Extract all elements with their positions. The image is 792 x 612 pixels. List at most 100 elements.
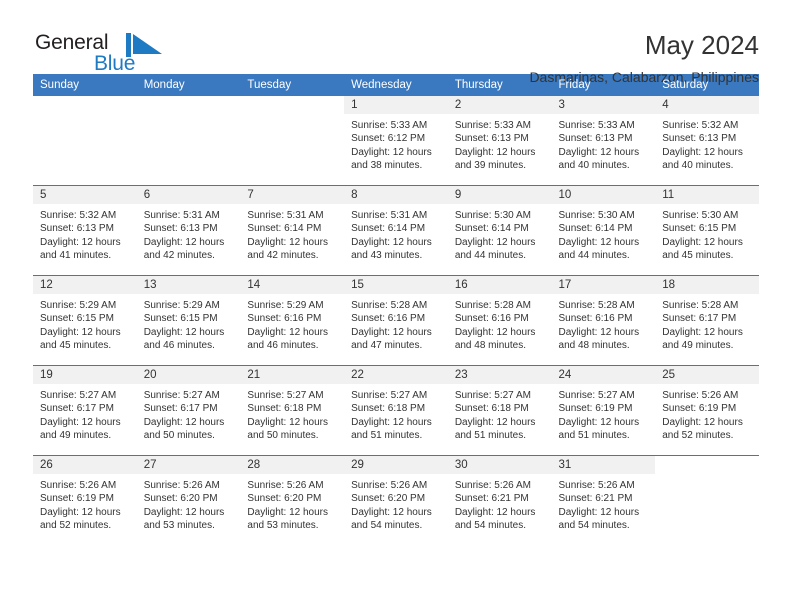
calendar-day-cell[interactable]: 8 Sunrise: 5:31 AM Sunset: 6:14 PM Daylight… (344, 185, 448, 276)
calendar-day-cell[interactable]: 23 Sunrise: 5:27 AM Sunset: 6:18 PM Dayligh… (447, 365, 552, 456)
day-sun-info: Sunrise: 5:30 AM Sunset: 6:14 PM Daylight:… (552, 204, 656, 263)
logo-text-blue: Blue (94, 52, 136, 75)
calendar-day-cell[interactable]: 4 Sunrise: 5:32 AM Sunset: 6:13 PM Daylight… (655, 96, 759, 186)
calendar-day-cell[interactable]: 16 Sunrise: 5:28 AM Sunset: 6:16 PM Dayligh… (447, 275, 552, 366)
sunrise-sunset-calendar: Sunday Monday Tuesday Wednesday Thursday… (33, 74, 759, 545)
calendar-day-cell[interactable]: 26 Sunrise: 5:26 AM Sunset: 6:19 PM Dayligh… (33, 455, 137, 545)
day-number: 9 (447, 186, 552, 204)
daylight-duration-line1: Daylight: 12 hours (558, 146, 640, 158)
daylight-duration-line1: Daylight: 12 hours (558, 416, 640, 428)
day-sun-info: Sunrise: 5:26 AM Sunset: 6:21 PM Daylight:… (552, 474, 656, 533)
calendar-day-cell[interactable]: 1 Sunrise: 5:33 AM Sunset: 6:12 PM Daylight… (344, 96, 448, 186)
sunset-time: Sunset: 6:12 PM (351, 133, 426, 145)
sunrise-time: Sunrise: 5:33 AM (351, 120, 428, 131)
sunrise-time: Sunrise: 5:26 AM (143, 480, 220, 491)
calendar-day-cell[interactable]: 29 Sunrise: 5:26 AM Sunset: 6:20 PM Dayligh… (344, 455, 448, 545)
day-number (240, 96, 344, 114)
daylight-duration-line2: and 46 minutes. (247, 340, 319, 352)
sunrise-time: Sunrise: 5:30 AM (558, 210, 635, 221)
day-number: 7 (240, 186, 345, 204)
day-sun-info: Sunrise: 5:29 AM Sunset: 6:16 PM Daylight:… (240, 294, 344, 353)
calendar-day-cell[interactable]: 19 Sunrise: 5:27 AM Sunset: 6:17 PM Dayligh… (33, 365, 137, 456)
daylight-duration-line2: and 45 minutes. (662, 250, 734, 262)
daylight-duration-line1: Daylight: 12 hours (558, 236, 640, 248)
calendar-body: 1 Sunrise: 5:33 AM Sunset: 6:12 PM Daylight… (33, 96, 759, 545)
day-sun-info: Sunrise: 5:31 AM Sunset: 6:14 PM Daylight:… (240, 204, 344, 263)
sunrise-time: Sunrise: 5:30 AM (662, 210, 739, 221)
calendar-day-cell[interactable]: 18 Sunrise: 5:28 AM Sunset: 6:17 PM Dayligh… (655, 275, 759, 366)
day-sun-info: Sunrise: 5:28 AM Sunset: 6:16 PM Daylight:… (448, 294, 552, 353)
calendar-day-cell[interactable]: 3 Sunrise: 5:33 AM Sunset: 6:13 PM Daylight… (551, 96, 656, 186)
calendar-day-cell[interactable]: 20 Sunrise: 5:27 AM Sunset: 6:17 PM Dayligh… (136, 365, 241, 456)
sunrise-time: Sunrise: 5:29 AM (247, 300, 324, 311)
calendar-day-cell[interactable]: 15 Sunrise: 5:28 AM Sunset: 6:16 PM Dayligh… (344, 275, 448, 366)
sunset-time: Sunset: 6:19 PM (662, 403, 737, 415)
daylight-duration-line1: Daylight: 12 hours (662, 146, 743, 158)
weekday-header-tuesday: Tuesday (240, 74, 345, 96)
calendar-day-cell[interactable]: 14 Sunrise: 5:29 AM Sunset: 6:16 PM Dayligh… (240, 275, 345, 366)
calendar-day-cell[interactable]: 12 Sunrise: 5:29 AM Sunset: 6:15 PM Dayligh… (33, 275, 137, 366)
calendar-day-cell[interactable]: 5 Sunrise: 5:32 AM Sunset: 6:13 PM Daylight… (33, 185, 137, 276)
sunset-time: Sunset: 6:15 PM (662, 223, 737, 235)
day-number: 17 (551, 276, 656, 294)
calendar-day-cell[interactable]: 7 Sunrise: 5:31 AM Sunset: 6:14 PM Daylight… (240, 185, 345, 276)
sunrise-time: Sunrise: 5:27 AM (143, 390, 220, 401)
day-number: 31 (551, 456, 656, 474)
day-sun-info: Sunrise: 5:28 AM Sunset: 6:17 PM Daylight:… (655, 294, 759, 353)
daylight-duration-line1: Daylight: 12 hours (454, 506, 536, 518)
daylight-duration-line2: and 47 minutes. (351, 340, 423, 352)
day-number: 2 (447, 96, 552, 114)
daylight-duration-line2: and 41 minutes. (40, 250, 112, 262)
sunrise-time: Sunrise: 5:26 AM (351, 480, 428, 491)
calendar-day-cell[interactable]: 24 Sunrise: 5:27 AM Sunset: 6:19 PM Dayligh… (551, 365, 656, 456)
generalblue-logo[interactable]: General Blue (33, 30, 163, 78)
day-sun-info: Sunrise: 5:31 AM Sunset: 6:13 PM Daylight:… (137, 204, 241, 263)
calendar-day-cell[interactable]: 13 Sunrise: 5:29 AM Sunset: 6:15 PM Dayligh… (136, 275, 241, 366)
daylight-duration-line2: and 53 minutes. (247, 520, 319, 532)
calendar-day-cell-empty (655, 455, 759, 545)
calendar-day-cell[interactable]: 28 Sunrise: 5:26 AM Sunset: 6:20 PM Dayligh… (240, 455, 345, 545)
daylight-duration-line1: Daylight: 12 hours (40, 236, 121, 248)
calendar-day-cell[interactable]: 17 Sunrise: 5:28 AM Sunset: 6:16 PM Dayligh… (551, 275, 656, 366)
daylight-duration-line1: Daylight: 12 hours (351, 146, 432, 158)
day-number (137, 96, 241, 114)
calendar-day-cell[interactable]: 25 Sunrise: 5:26 AM Sunset: 6:19 PM Dayligh… (655, 365, 759, 456)
daylight-duration-line1: Daylight: 12 hours (351, 236, 432, 248)
calendar-day-cell[interactable]: 27 Sunrise: 5:26 AM Sunset: 6:20 PM Dayligh… (136, 455, 241, 545)
calendar-day-cell[interactable]: 21 Sunrise: 5:27 AM Sunset: 6:18 PM Dayligh… (240, 365, 345, 456)
calendar-day-cell[interactable]: 6 Sunrise: 5:31 AM Sunset: 6:13 PM Daylight… (136, 185, 241, 276)
calendar-day-cell[interactable]: 22 Sunrise: 5:27 AM Sunset: 6:18 PM Dayligh… (344, 365, 448, 456)
daylight-duration-line2: and 49 minutes. (40, 430, 112, 442)
calendar-day-cell[interactable]: 30 Sunrise: 5:26 AM Sunset: 6:21 PM Dayligh… (447, 455, 552, 545)
sunset-time: Sunset: 6:13 PM (662, 133, 737, 145)
daylight-duration-line1: Daylight: 12 hours (40, 506, 121, 518)
calendar-day-cell[interactable]: 11 Sunrise: 5:30 AM Sunset: 6:15 PM Dayligh… (655, 185, 759, 276)
day-number: 12 (33, 276, 137, 294)
sunset-time: Sunset: 6:20 PM (143, 493, 218, 505)
day-number: 3 (551, 96, 656, 114)
calendar-day-cell[interactable]: 31 Sunrise: 5:26 AM Sunset: 6:21 PM Dayligh… (551, 455, 656, 545)
daylight-duration-line2: and 53 minutes. (143, 520, 215, 532)
daylight-duration-line1: Daylight: 12 hours (351, 326, 432, 338)
calendar-week-row: 19 Sunrise: 5:27 AM Sunset: 6:17 PM Dayligh… (33, 365, 759, 456)
calendar-day-cell[interactable]: 10 Sunrise: 5:30 AM Sunset: 6:14 PM Dayligh… (551, 185, 656, 276)
sunset-time: Sunset: 6:17 PM (40, 403, 114, 415)
sunrise-time: Sunrise: 5:26 AM (40, 480, 117, 491)
sunset-time: Sunset: 6:13 PM (454, 133, 529, 145)
sunset-time: Sunset: 6:19 PM (40, 493, 114, 505)
daylight-duration-line1: Daylight: 12 hours (40, 326, 121, 338)
daylight-duration-line2: and 52 minutes. (40, 520, 112, 532)
day-sun-info: Sunrise: 5:27 AM Sunset: 6:18 PM Daylight:… (344, 384, 448, 443)
daylight-duration-line1: Daylight: 12 hours (662, 416, 743, 428)
calendar-day-cell[interactable]: 2 Sunrise: 5:33 AM Sunset: 6:13 PM Daylight… (447, 96, 552, 186)
calendar-day-cell[interactable]: 9 Sunrise: 5:30 AM Sunset: 6:14 PM Daylight… (447, 185, 552, 276)
daylight-duration-line2: and 43 minutes. (351, 250, 423, 262)
sunrise-time: Sunrise: 5:29 AM (40, 300, 117, 311)
day-sun-info: Sunrise: 5:30 AM Sunset: 6:15 PM Daylight:… (655, 204, 759, 263)
sunset-time: Sunset: 6:20 PM (351, 493, 426, 505)
daylight-duration-line2: and 54 minutes. (351, 520, 423, 532)
page-header: General Blue May 2024 Dasmarinas, Calaba… (33, 0, 759, 85)
daylight-duration-line2: and 45 minutes. (40, 340, 112, 352)
day-sun-info: Sunrise: 5:27 AM Sunset: 6:17 PM Daylight:… (137, 384, 241, 443)
day-sun-info: Sunrise: 5:31 AM Sunset: 6:14 PM Daylight:… (344, 204, 448, 263)
